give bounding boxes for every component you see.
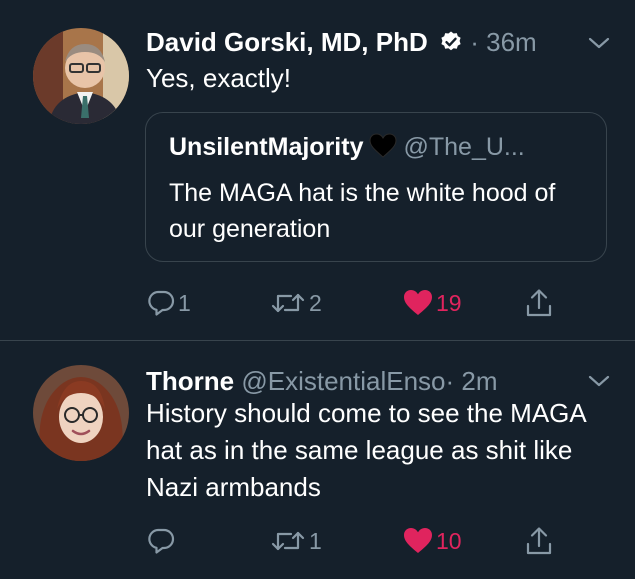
share-button[interactable] — [525, 285, 553, 321]
retweet-icon — [270, 527, 306, 555]
reply-button[interactable]: 1 — [147, 285, 191, 321]
retweet-icon — [270, 289, 306, 317]
tweet-text: Yes, exactly! — [146, 63, 292, 93]
timestamp[interactable]: 2m — [461, 366, 497, 396]
like-count: 10 — [436, 527, 462, 554]
tweet-actions: 1 2 19 — [0, 285, 635, 321]
heart-icon — [403, 289, 433, 317]
like-button[interactable]: 19 — [403, 285, 462, 321]
quoted-tweet[interactable]: UnsilentMajority @The_U... The MAGA hat i… — [145, 112, 607, 262]
quoted-handle: @The_U... — [403, 133, 525, 161]
handle[interactable]: @ExistentialEnso — [241, 366, 445, 396]
like-count: 19 — [436, 289, 462, 316]
share-icon — [525, 288, 553, 318]
quoted-tweet-header: UnsilentMajority @The_U... — [169, 131, 525, 163]
share-icon — [525, 526, 553, 556]
tweet-header: David Gorski, MD, PhD · 36m — [146, 26, 537, 58]
avatar[interactable] — [33, 28, 129, 124]
quoted-tweet-text: The MAGA hat is the white hood of our ge… — [169, 179, 556, 243]
like-button[interactable]: 10 — [403, 523, 462, 559]
retweet-button[interactable]: 2 — [270, 285, 322, 321]
share-button[interactable] — [525, 523, 553, 559]
chevron-down-icon[interactable] — [585, 371, 613, 391]
separator-dot: · — [470, 27, 479, 57]
tweet-text: History should come to see the MAGA hat … — [146, 398, 586, 502]
retweet-button[interactable]: 1 — [270, 523, 322, 559]
reply-count: 1 — [178, 289, 191, 316]
avatar[interactable] — [33, 365, 129, 461]
tweet-header: Thorne @ExistentialEnso· 2m — [146, 365, 498, 397]
display-name[interactable]: Thorne — [146, 366, 234, 396]
retweet-count: 2 — [309, 289, 322, 316]
verified-badge-icon — [439, 29, 463, 53]
chevron-down-icon[interactable] — [585, 33, 613, 53]
retweet-count: 1 — [309, 527, 322, 554]
tweet[interactable]: David Gorski, MD, PhD · 36m Yes, exactly… — [0, 0, 635, 340]
reply-button[interactable] — [147, 523, 178, 559]
tweet-actions: 1 10 — [0, 523, 635, 559]
timestamp[interactable]: 36m — [486, 27, 537, 57]
quoted-display-name: UnsilentMajority — [169, 133, 364, 161]
reply-icon — [147, 289, 175, 317]
reply-icon — [147, 527, 175, 555]
display-name[interactable]: David Gorski, MD, PhD — [146, 27, 428, 57]
separator-dot: · — [445, 366, 455, 396]
heart-icon — [403, 527, 433, 555]
black-heart-icon — [369, 133, 397, 159]
